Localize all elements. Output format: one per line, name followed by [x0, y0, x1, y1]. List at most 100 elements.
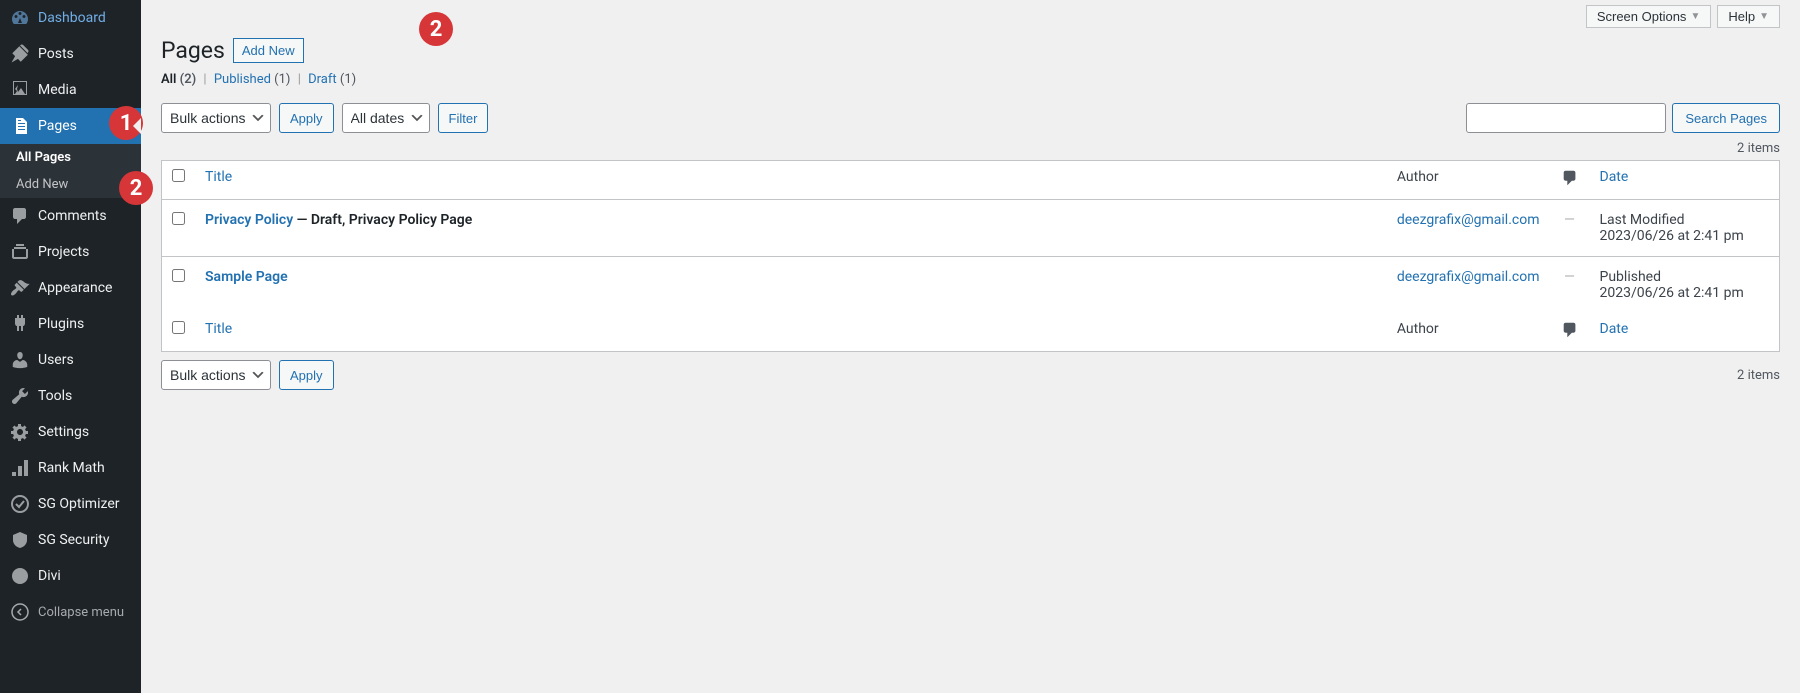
column-comments[interactable] [1550, 161, 1590, 200]
submenu-item-add-new[interactable]: Add New 2 [0, 171, 141, 198]
table-row: Sample Page deezgrafix@gmail.com — Publi… [162, 257, 1780, 314]
row-checkbox[interactable] [172, 212, 185, 225]
media-icon [10, 80, 30, 100]
page-title: Pages [161, 37, 225, 64]
search-button[interactable]: Search Pages [1672, 103, 1780, 133]
sidebar-item-label: Dashboard [38, 10, 106, 26]
items-count-bottom: 2 items [1737, 368, 1780, 383]
chevron-down-icon: ▼ [1759, 11, 1769, 22]
apply-button-bottom[interactable]: Apply [279, 360, 334, 390]
annotation-badge-3: 2 [419, 12, 453, 46]
search-input[interactable] [1466, 103, 1666, 133]
column-title[interactable]: Title [195, 161, 1387, 200]
date-label: Last Modified [1600, 212, 1685, 228]
screen-options-label: Screen Options [1597, 9, 1687, 24]
column-date[interactable]: Date [1590, 161, 1780, 200]
filter-published[interactable]: Published (1) [214, 72, 291, 87]
page-title-link[interactable]: Sample Page [205, 269, 288, 285]
sidebar-item-label: Tools [38, 388, 72, 404]
divi-icon [10, 566, 30, 586]
shield-icon [10, 530, 30, 550]
main-content: Screen Options ▼ Help ▼ Pages Add New 2 … [141, 0, 1800, 693]
filter-links: All (2) | Published (1) | Draft (1) [141, 68, 1800, 95]
sidebar-item-label: SG Optimizer [38, 496, 119, 512]
apply-button[interactable]: Apply [279, 103, 334, 133]
sidebar-item-label: Appearance [38, 280, 112, 296]
rankmath-icon [10, 458, 30, 478]
collapse-icon [10, 602, 30, 622]
add-new-button[interactable]: Add New [233, 38, 304, 63]
date-filter-select[interactable]: All dates [342, 103, 430, 133]
comments-dash: — [1564, 212, 1575, 228]
sidebar-item-label: Plugins [38, 316, 84, 332]
bulk-actions-select[interactable]: Bulk actions [161, 103, 271, 133]
sidebar-item-label: SG Security [38, 532, 109, 548]
settings-icon [10, 422, 30, 442]
help-button[interactable]: Help ▼ [1717, 5, 1780, 28]
sidebar-item-sg-optimizer[interactable]: SG Optimizer [0, 486, 141, 522]
sidebar-item-sg-security[interactable]: SG Security [0, 522, 141, 558]
author-link[interactable]: deezgrafix@gmail.com [1397, 212, 1540, 228]
separator: | [294, 72, 305, 87]
submenu-item-all-pages[interactable]: All Pages [0, 144, 141, 171]
sidebar-item-label: Divi [38, 568, 61, 584]
author-link[interactable]: deezgrafix@gmail.com [1397, 269, 1540, 285]
sidebar-item-pages[interactable]: Pages 1 [0, 108, 141, 144]
sidebar-item-divi[interactable]: Divi [0, 558, 141, 594]
sidebar-item-label: Posts [38, 46, 74, 62]
row-checkbox[interactable] [172, 269, 185, 282]
filter-all[interactable]: All (2) [161, 72, 196, 87]
sg-icon [10, 494, 30, 514]
sidebar-item-dashboard[interactable]: Dashboard [0, 0, 141, 36]
page-header: Pages Add New 2 [141, 28, 1800, 68]
column-author-bottom: Author [1387, 313, 1550, 352]
tablenav-bottom: Bulk actions Apply 2 items [141, 352, 1800, 398]
sidebar-item-posts[interactable]: Posts [0, 36, 141, 72]
sidebar-item-settings[interactable]: Settings [0, 414, 141, 450]
portfolio-icon [10, 242, 30, 262]
sidebar-item-tools[interactable]: Tools [0, 378, 141, 414]
column-title-bottom[interactable]: Title [195, 313, 1387, 352]
collapse-menu-button[interactable]: Collapse menu [0, 594, 141, 630]
sidebar-item-label: Rank Math [38, 460, 105, 476]
sidebar-item-plugins[interactable]: Plugins [0, 306, 141, 342]
column-comments-bottom[interactable] [1550, 313, 1590, 352]
column-author: Author [1387, 161, 1550, 200]
filter-button[interactable]: Filter [438, 103, 489, 133]
controls-left-bottom: Bulk actions Apply [161, 360, 334, 390]
tablenav-top: Bulk actions Apply All dates Filter Sear… [141, 95, 1800, 141]
column-date-bottom[interactable]: Date [1590, 313, 1780, 352]
sidebar-item-label: Media [38, 82, 77, 98]
sidebar-item-label: Users [38, 352, 74, 368]
bulk-actions-select-bottom[interactable]: Bulk actions [161, 360, 271, 390]
separator: | [199, 72, 210, 87]
sidebar-item-projects[interactable]: Projects [0, 234, 141, 270]
filter-draft[interactable]: Draft (1) [308, 72, 356, 87]
chevron-down-icon: ▼ [1690, 11, 1700, 22]
sidebar-item-users[interactable]: Users [0, 342, 141, 378]
top-bar: Screen Options ▼ Help ▼ [141, 0, 1800, 28]
sidebar-item-label: Pages [38, 118, 77, 134]
sidebar-item-appearance[interactable]: Appearance [0, 270, 141, 306]
page-icon [10, 116, 30, 136]
page-title-link[interactable]: Privacy Policy [205, 212, 293, 228]
sidebar-item-comments[interactable]: Comments [0, 198, 141, 234]
controls-left: Bulk actions Apply All dates Filter [161, 103, 488, 133]
sidebar-submenu-pages: All Pages Add New 2 [0, 144, 141, 198]
sidebar-item-label: Projects [38, 244, 89, 260]
page-state: — Draft, Privacy Policy Page [293, 212, 472, 228]
comments-dash: — [1564, 269, 1575, 285]
screen-options-button[interactable]: Screen Options ▼ [1586, 5, 1712, 28]
plugin-icon [10, 314, 30, 334]
table-row: Privacy Policy — Draft, Privacy Policy P… [162, 200, 1780, 257]
annotation-badge-1: 1 [109, 106, 143, 140]
select-all-checkbox-bottom[interactable] [172, 321, 185, 334]
sidebar-item-label: Settings [38, 424, 89, 440]
sidebar-item-rankmath[interactable]: Rank Math [0, 450, 141, 486]
select-all-checkbox[interactable] [172, 169, 185, 182]
help-label: Help [1728, 9, 1755, 24]
sidebar-item-media[interactable]: Media [0, 72, 141, 108]
items-count-top: 2 items [141, 141, 1800, 160]
comment-icon [10, 206, 30, 226]
pin-icon [10, 44, 30, 64]
